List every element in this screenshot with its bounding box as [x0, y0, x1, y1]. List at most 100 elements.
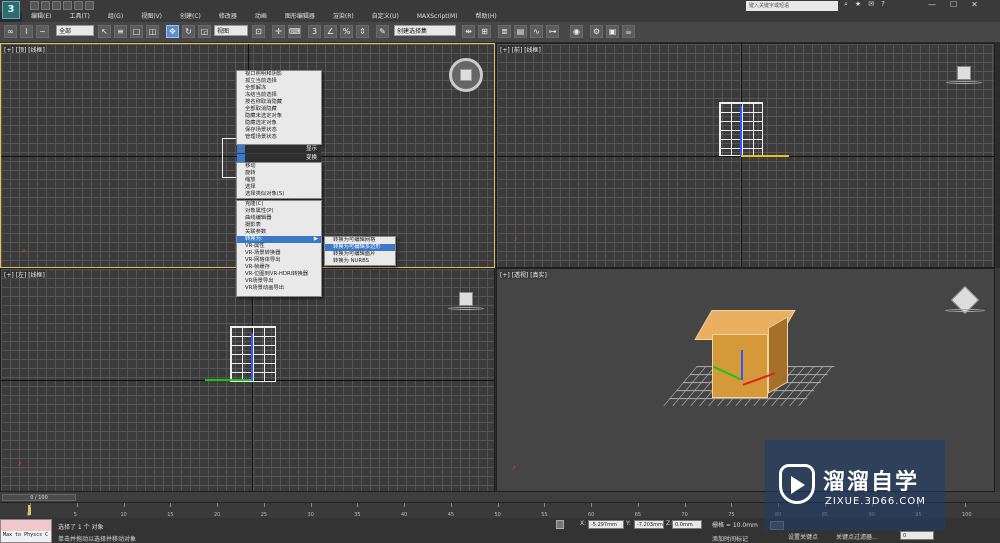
- pivot-center-icon[interactable]: ⊡: [252, 25, 265, 38]
- current-frame-field[interactable]: 0: [900, 531, 934, 540]
- quad-menu-item[interactable]: 选择类似对象(S): [237, 191, 321, 198]
- quad-menu-item[interactable]: VR-帧缓存: [237, 264, 321, 271]
- menu-tools[interactable]: 工具(T): [60, 12, 98, 22]
- quad-menu-item[interactable]: 全部取消隐藏: [237, 106, 321, 113]
- undo-icon[interactable]: [63, 1, 72, 10]
- box-side-face[interactable]: [768, 316, 788, 394]
- quad-menu-item[interactable]: 克隆(C): [237, 201, 321, 208]
- quad-menu-item[interactable]: 全部解冻: [237, 85, 321, 92]
- viewcube-icon[interactable]: [957, 66, 971, 80]
- maximize-button[interactable]: ☐: [950, 0, 957, 9]
- quad-menu-item[interactable]: 对象属性(P): [237, 208, 321, 215]
- move-gizmo-y-axis[interactable]: [740, 106, 742, 156]
- edit-named-selection-icon[interactable]: ✎: [376, 25, 389, 38]
- app-logo-icon[interactable]: 3: [2, 1, 20, 19]
- add-time-tag-button[interactable]: 添加时间标记: [712, 534, 748, 543]
- menu-modifiers[interactable]: 修改器: [210, 12, 246, 22]
- quad-menu-item[interactable]: 曲线编辑器: [237, 215, 321, 222]
- menu-group[interactable]: 组(G): [99, 12, 132, 22]
- select-and-manipulate-icon[interactable]: ✛: [272, 25, 285, 38]
- menu-customize[interactable]: 自定义(U): [363, 12, 408, 22]
- menu-graph-editors[interactable]: 图形编辑器: [276, 12, 324, 22]
- select-and-rotate-icon[interactable]: ↻: [182, 25, 195, 38]
- menu-rendering[interactable]: 渲染(R): [324, 12, 363, 22]
- select-by-name-icon[interactable]: ≡: [114, 25, 127, 38]
- box-wireframe-left[interactable]: [230, 326, 276, 382]
- quad-menu-item[interactable]: 隐藏未选定对象: [237, 113, 321, 120]
- new-file-icon[interactable]: [30, 1, 39, 10]
- maxscript-listener[interactable]: Max to Physcs C: [0, 519, 52, 543]
- quad-header-display[interactable]: 显示: [237, 145, 321, 153]
- curve-editor-icon[interactable]: ∿: [530, 25, 543, 38]
- menu-edit[interactable]: 编辑(E): [22, 12, 60, 22]
- search-icon[interactable]: ⌕: [844, 0, 848, 9]
- viewport-label-left[interactable]: [+] [左] [线框]: [4, 270, 45, 279]
- quad-menu-item[interactable]: 旋转: [237, 170, 321, 177]
- save-file-icon[interactable]: [52, 1, 61, 10]
- move-gizmo-x-axis[interactable]: [741, 155, 789, 157]
- quad-menu-item[interactable]: VR-位图到VR-HDRI转换器: [237, 271, 321, 278]
- submenu-item-nurbs[interactable]: 转换为 NURBS: [325, 258, 395, 265]
- z-coord-field[interactable]: 0.0mm: [672, 520, 702, 529]
- close-button[interactable]: ✕: [971, 0, 978, 9]
- link-icon[interactable]: ∞: [4, 25, 17, 38]
- quad-menu-item[interactable]: 选择: [237, 184, 321, 191]
- schematic-view-icon[interactable]: ⊶: [546, 25, 559, 38]
- submenu-item-editable-mesh[interactable]: 转换为可编辑网格: [325, 237, 395, 244]
- select-object-icon[interactable]: ↖: [98, 25, 111, 38]
- quad-menu-item[interactable]: 按名称取消隐藏: [237, 99, 321, 106]
- quad-menu-item[interactable]: 缩放: [237, 177, 321, 184]
- y-coord-field[interactable]: -7.203mm: [634, 520, 664, 529]
- set-key-button[interactable]: 设置关键点: [788, 532, 818, 541]
- snaps-toggle-icon[interactable]: 3: [308, 25, 321, 38]
- select-and-move-icon[interactable]: ✥: [166, 25, 179, 38]
- viewcube-icon[interactable]: [449, 58, 483, 92]
- render-setup-icon[interactable]: ⚙: [590, 25, 603, 38]
- viewport-label-top[interactable]: [+] [顶] [线框]: [4, 45, 45, 54]
- minimize-button[interactable]: —: [928, 0, 936, 9]
- quad-menu-item[interactable]: VR-场景转换器: [237, 250, 321, 257]
- window-crossing-icon[interactable]: ◫: [146, 25, 159, 38]
- quad-menu-item[interactable]: VR-网格体导出: [237, 257, 321, 264]
- x-coord-field[interactable]: -5.297mm: [588, 520, 624, 529]
- menu-views[interactable]: 视图(V): [132, 12, 171, 22]
- reference-coordinate-dropdown[interactable]: 视图: [214, 25, 248, 36]
- unlink-icon[interactable]: ⌇: [20, 25, 33, 38]
- menu-create[interactable]: 创建(C): [171, 12, 210, 22]
- project-folder-icon[interactable]: [85, 1, 94, 10]
- help-icon[interactable]: ?: [881, 0, 885, 9]
- viewport-front[interactable]: [+] [前] [线框] ↗: [496, 43, 995, 268]
- material-editor-icon[interactable]: ◉: [570, 25, 583, 38]
- viewport-left[interactable]: [+] [左] [线框] ↗: [0, 268, 495, 492]
- open-file-icon[interactable]: [41, 1, 50, 10]
- toggle-ribbon-icon[interactable]: ▤: [514, 25, 527, 38]
- submenu-item-editable-patch[interactable]: 转换为可编辑面片: [325, 251, 395, 258]
- communication-icon[interactable]: ✉: [868, 0, 874, 9]
- viewport-layout-tab-strip[interactable]: [995, 268, 1000, 492]
- menu-help[interactable]: 帮助(H): [467, 12, 506, 22]
- subscription-icon[interactable]: ★: [855, 0, 861, 9]
- move-gizmo-z-axis[interactable]: [741, 350, 743, 380]
- redo-icon[interactable]: [74, 1, 83, 10]
- quad-menu-item-convert-to[interactable]: 转换为: ▶: [237, 236, 321, 243]
- angle-snap-icon[interactable]: ∠: [324, 25, 337, 38]
- keyboard-shortcut-toggle-icon[interactable]: ⌨: [288, 25, 301, 38]
- quad-menu-item[interactable]: 冻结当前选择: [237, 92, 321, 99]
- viewcube-icon[interactable]: [459, 292, 473, 306]
- box-front-face[interactable]: [712, 334, 768, 398]
- rendered-frame-window-icon[interactable]: ▣: [606, 25, 619, 38]
- key-filters-button[interactable]: 关键点过滤器...: [836, 532, 878, 541]
- mirror-icon[interactable]: ⇹: [462, 25, 475, 38]
- quad-menu-item[interactable]: VR场景动画导出: [237, 285, 321, 292]
- viewport-label-perspective[interactable]: [+] [透视] [真实]: [500, 270, 547, 279]
- submenu-item-editable-poly[interactable]: 转换为可编辑多边形: [325, 244, 395, 251]
- move-gizmo-x-axis[interactable]: [205, 379, 252, 381]
- quad-header-transform[interactable]: 变换: [237, 154, 321, 162]
- rectangle-selection-icon[interactable]: □: [130, 25, 143, 38]
- quad-menu-item[interactable]: 摄影表: [237, 222, 321, 229]
- viewport-label-front[interactable]: [+] [前] [线框]: [500, 45, 541, 54]
- quad-menu-item[interactable]: 隐藏选定对象: [237, 120, 321, 127]
- percent-snap-icon[interactable]: %: [340, 25, 353, 38]
- select-and-scale-icon[interactable]: ◲: [198, 25, 211, 38]
- time-slider[interactable]: 0 / 100: [2, 494, 76, 501]
